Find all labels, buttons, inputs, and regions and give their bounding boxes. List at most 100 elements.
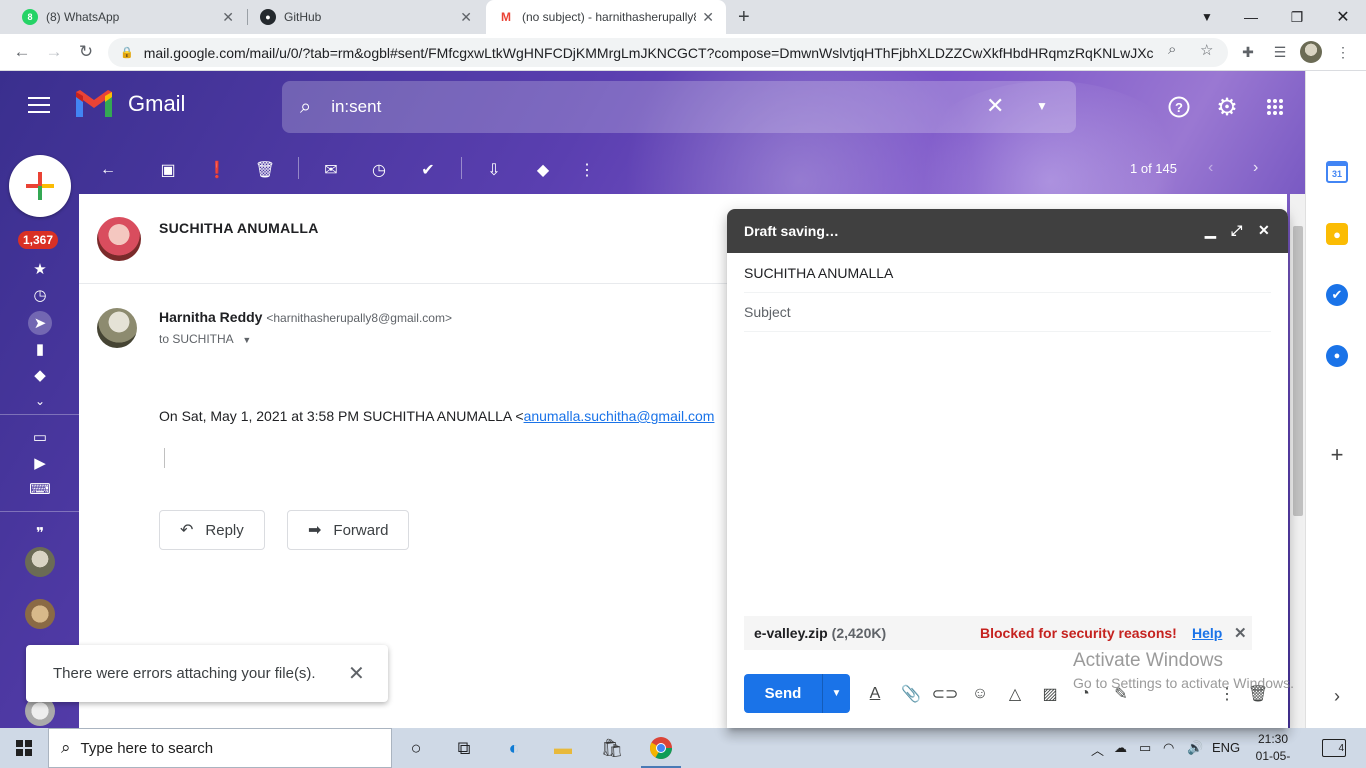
scrollbar-thumb[interactable] bbox=[1293, 226, 1303, 516]
cortana-icon[interactable]: ○ bbox=[402, 734, 430, 762]
quote-email-link[interactable]: anumalla.suchitha@gmail.com bbox=[524, 408, 715, 424]
recipients-field[interactable]: SUCHITHA ANUMALLA bbox=[744, 253, 1271, 293]
settings-gear-icon[interactable]: ⚙ bbox=[1215, 94, 1239, 121]
more-options-icon[interactable]: ⋮ bbox=[1216, 683, 1238, 705]
forward-icon[interactable]: → bbox=[42, 40, 66, 64]
send-options-caret-icon[interactable]: ▼ bbox=[822, 674, 850, 713]
pane-scrollbar[interactable] bbox=[1290, 194, 1305, 728]
start-button[interactable] bbox=[0, 728, 48, 768]
confidential-mode-icon[interactable]: ◔ bbox=[1074, 683, 1096, 705]
calendar-icon[interactable]: 31 bbox=[1326, 161, 1348, 183]
subject-field[interactable]: Subject bbox=[744, 292, 1271, 332]
chrome-menu-icon[interactable]: ⋮ bbox=[1332, 41, 1354, 63]
from-name[interactable]: Harnitha Reddy bbox=[159, 309, 262, 325]
remove-attachment-icon[interactable]: ✕ bbox=[1234, 624, 1247, 642]
show-hidden-icons-icon[interactable]: ︿ bbox=[1091, 740, 1104, 759]
task-view-icon[interactable]: ⧉ bbox=[450, 734, 478, 762]
newer-chevron-icon[interactable]: ‹ bbox=[1208, 159, 1213, 177]
chrome-taskbar-icon[interactable] bbox=[641, 734, 681, 768]
minimize-compose-icon[interactable]: ▁ bbox=[1205, 222, 1216, 239]
chat-contact-avatar[interactable] bbox=[25, 599, 55, 629]
close-tab-icon[interactable]: ✕ bbox=[222, 9, 234, 26]
tab-github[interactable]: ● GitHub ✕ bbox=[248, 0, 484, 34]
forward-button[interactable]: ➡ Forward bbox=[287, 510, 410, 550]
file-explorer-icon[interactable]: ▬ bbox=[549, 734, 577, 762]
drafts-icon[interactable]: ▮ bbox=[30, 339, 50, 359]
archive-icon[interactable]: ▣ bbox=[157, 159, 179, 181]
main-menu-icon[interactable] bbox=[28, 97, 50, 113]
fullscreen-compose-icon[interactable]: ⤢ bbox=[1231, 222, 1242, 239]
compose-header[interactable]: Draft saving… ▁ ⤢ ✕ bbox=[727, 209, 1288, 253]
reading-list-icon[interactable]: ☰ bbox=[1269, 41, 1291, 63]
back-icon[interactable]: ← bbox=[10, 40, 34, 64]
sent-icon[interactable]: ➤ bbox=[28, 311, 52, 335]
close-tab-icon[interactable]: ✕ bbox=[460, 9, 472, 26]
labels-tag-icon[interactable]: ◆ bbox=[532, 159, 554, 181]
new-meeting-icon[interactable]: ▭ bbox=[30, 427, 50, 447]
label-icon[interactable]: ◆ bbox=[30, 365, 50, 385]
starred-icon[interactable]: ★ bbox=[30, 259, 50, 279]
new-tab-button[interactable]: + bbox=[738, 6, 750, 29]
lock-icon[interactable]: 🔒 bbox=[120, 46, 134, 59]
chat-user-avatar[interactable] bbox=[25, 547, 55, 577]
back-to-sent-icon[interactable]: ← bbox=[97, 159, 119, 181]
message-sender-avatar[interactable] bbox=[97, 308, 137, 348]
add-to-tasks-icon[interactable]: ✔ bbox=[417, 159, 439, 181]
older-chevron-icon[interactable]: › bbox=[1253, 159, 1258, 177]
insert-signature-pen-icon[interactable]: ✎ bbox=[1110, 683, 1132, 705]
search-options-icon[interactable]: ▼ bbox=[1036, 99, 1048, 113]
battery-icon[interactable]: ▭ bbox=[1139, 740, 1151, 756]
bookmark-star-icon[interactable]: ☆ bbox=[1200, 41, 1213, 59]
get-addons-plus-icon[interactable]: + bbox=[1326, 442, 1348, 467]
snoozed-clock-icon[interactable]: ◷ bbox=[30, 285, 50, 305]
contacts-icon[interactable]: ● bbox=[1326, 345, 1348, 367]
attachment-name[interactable]: e-valley.zip bbox=[754, 625, 828, 641]
attachment-help-link[interactable]: Help bbox=[1192, 625, 1222, 641]
report-spam-icon[interactable]: ❗ bbox=[206, 159, 228, 181]
close-compose-icon[interactable]: ✕ bbox=[1258, 222, 1270, 239]
reply-button[interactable]: ↶ Reply bbox=[159, 510, 265, 550]
close-window-icon[interactable]: ✕ bbox=[1320, 0, 1366, 34]
recipient-chip[interactable]: SUCHITHA ANUMALLA bbox=[744, 265, 893, 281]
onedrive-cloud-icon[interactable]: ☁ bbox=[1114, 740, 1127, 756]
show-details-caret-icon[interactable]: ▼ bbox=[242, 335, 251, 345]
extensions-icon[interactable]: ✚ bbox=[1237, 41, 1259, 63]
search-input[interactable]: in:sent bbox=[331, 97, 381, 117]
more-chevron-down-icon[interactable]: ⌄ bbox=[30, 391, 50, 411]
restore-window-icon[interactable]: ❐ bbox=[1274, 0, 1320, 34]
tab-gmail[interactable]: M (no subject) - harnithasherupally8@gma… bbox=[486, 0, 726, 34]
more-options-icon[interactable]: ⋮ bbox=[576, 159, 598, 181]
tab-whatsapp[interactable]: 8 (8) WhatsApp ✕ bbox=[10, 0, 246, 34]
google-drive-icon[interactable]: △ bbox=[1004, 683, 1026, 705]
reload-icon[interactable]: ↻ bbox=[74, 40, 98, 64]
snooze-clock-icon[interactable]: ◷ bbox=[368, 159, 390, 181]
action-center-icon[interactable]: 4 bbox=[1322, 739, 1346, 757]
minimize-window-icon[interactable]: — bbox=[1228, 0, 1274, 34]
help-icon[interactable]: ? bbox=[1167, 95, 1191, 119]
taskbar-search[interactable]: ⌕ Type here to search bbox=[48, 728, 392, 768]
keyboard-icon[interactable]: ⌨ bbox=[29, 479, 51, 499]
attach-file-paperclip-icon[interactable]: 📎 bbox=[900, 683, 922, 705]
mark-unread-icon[interactable]: ✉ bbox=[320, 159, 342, 181]
dismiss-toast-icon[interactable]: ✕ bbox=[348, 661, 365, 686]
gmail-logo[interactable]: Gmail bbox=[74, 89, 185, 119]
message-to[interactable]: to SUCHITHA ▼ bbox=[159, 332, 251, 346]
hangouts-icon[interactable]: ❞ bbox=[30, 523, 50, 543]
zoom-icon[interactable]: ⌕ bbox=[1168, 41, 1176, 58]
taskbar-clock[interactable]: 21:30 01-05-2021 bbox=[1246, 731, 1300, 768]
volume-icon[interactable]: 🔊 bbox=[1187, 740, 1203, 756]
close-tab-icon[interactable]: ✕ bbox=[702, 9, 714, 26]
search-bar[interactable]: ⌕ in:sent ✕ ▼ bbox=[282, 81, 1076, 133]
search-icon[interactable]: ⌕ bbox=[300, 96, 311, 119]
compose-button[interactable] bbox=[9, 155, 71, 217]
clear-search-icon[interactable]: ✕ bbox=[986, 93, 1004, 119]
send-button[interactable]: Send bbox=[744, 674, 822, 713]
discard-draft-trash-icon[interactable]: 🗑 bbox=[1247, 683, 1269, 705]
microsoft-store-icon[interactable]: 🛍 bbox=[598, 734, 626, 762]
expand-panel-chevron-icon[interactable]: › bbox=[1326, 685, 1348, 707]
edge-browser-icon[interactable]: ◐ bbox=[500, 734, 528, 762]
formatting-options-icon[interactable]: A bbox=[864, 683, 886, 705]
insert-photo-icon[interactable]: ▨ bbox=[1039, 683, 1061, 705]
delete-trash-icon[interactable]: 🗑 bbox=[254, 159, 276, 181]
profile-avatar[interactable] bbox=[1300, 41, 1322, 63]
